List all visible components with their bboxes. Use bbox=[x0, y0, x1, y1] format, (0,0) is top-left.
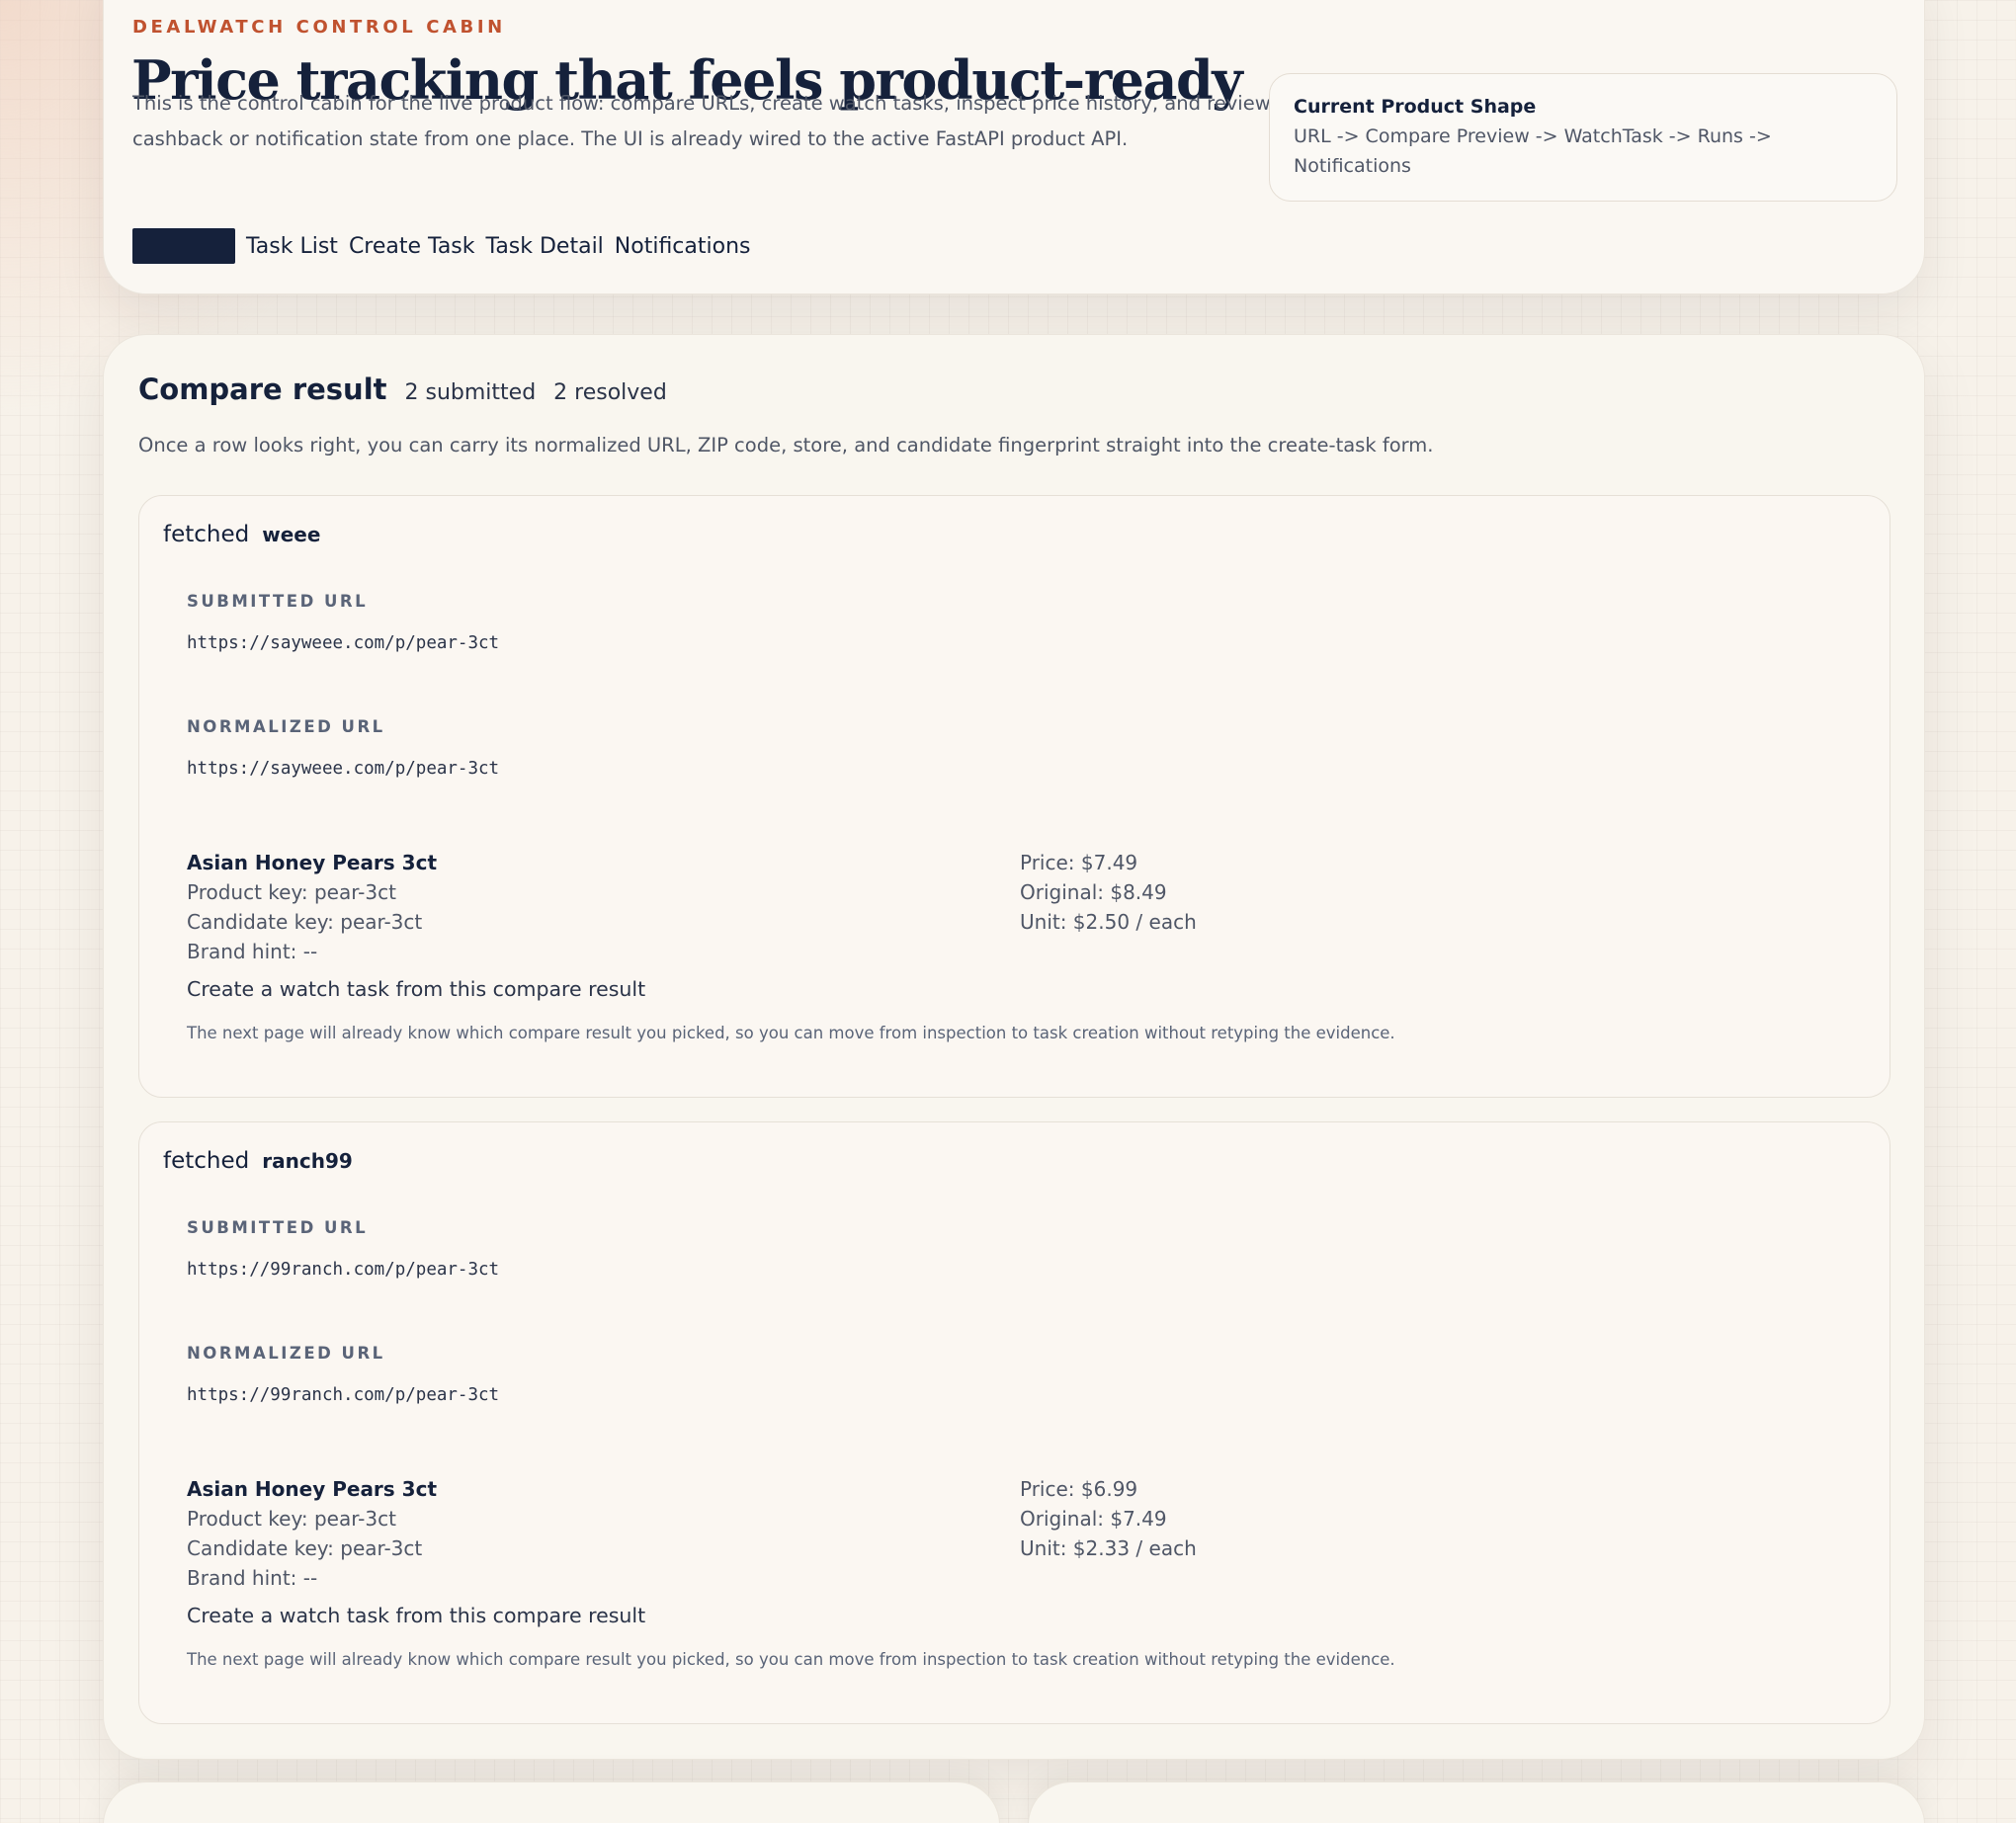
price-info: Price: $7.49 Original: $8.49 Unit: $2.50… bbox=[1020, 848, 1197, 937]
compare-title: Compare result bbox=[138, 373, 387, 406]
create-task-hint: The next page will already know which co… bbox=[187, 1650, 1395, 1669]
lower-panel-right bbox=[1028, 1782, 1925, 1823]
result-header: fetched ranch99 bbox=[163, 1148, 353, 1174]
compare-panel: Compare result 2 submitted 2 resolved On… bbox=[103, 334, 1925, 1760]
compare-result-card: fetched weee SUBMITTED URL https://saywe… bbox=[138, 495, 1890, 1098]
normalized-url-label: NORMALIZED URL bbox=[187, 717, 385, 736]
eyebrow-label: DEALWATCH CONTROL CABIN bbox=[132, 17, 506, 38]
nav-task-list[interactable]: Task List bbox=[246, 234, 338, 259]
nav-active-indicator[interactable] bbox=[132, 228, 235, 264]
product-name: Asian Honey Pears 3ct bbox=[187, 851, 437, 874]
create-task-hint: The next page will already know which co… bbox=[187, 1024, 1395, 1042]
result-store: ranch99 bbox=[262, 1149, 353, 1173]
submitted-url: https://sayweee.com/p/pear-3ct bbox=[187, 633, 500, 653]
brand-hint: Brand hint: -- bbox=[187, 1566, 318, 1590]
result-status: fetched bbox=[163, 522, 250, 547]
submitted-url: https://99ranch.com/p/pear-3ct bbox=[187, 1260, 500, 1280]
candidate-key: Candidate key: pear-3ct bbox=[187, 910, 423, 934]
product-info: Asian Honey Pears 3ct Product key: pear-… bbox=[187, 848, 437, 966]
normalized-url-label: NORMALIZED URL bbox=[187, 1344, 385, 1363]
nav-create-task[interactable]: Create Task bbox=[349, 234, 475, 259]
original-price: Original: $8.49 bbox=[1020, 880, 1167, 904]
normalized-url: https://99ranch.com/p/pear-3ct bbox=[187, 1385, 500, 1405]
lower-panel-left bbox=[103, 1782, 1000, 1823]
product-shape-text: URL -> Compare Preview -> WatchTask -> R… bbox=[1294, 125, 1772, 177]
unit-price: Unit: $2.33 / each bbox=[1020, 1536, 1197, 1560]
result-header: fetched weee bbox=[163, 522, 320, 547]
candidate-key: Candidate key: pear-3ct bbox=[187, 1536, 423, 1560]
compare-result-card: fetched ranch99 SUBMITTED URL https://99… bbox=[138, 1121, 1890, 1724]
unit-price: Unit: $2.50 / each bbox=[1020, 910, 1197, 934]
nav-task-detail[interactable]: Task Detail bbox=[486, 234, 604, 259]
hero-description: This is the control cabin for the live p… bbox=[132, 92, 1271, 150]
main-nav: Task List Create Task Task Detail Notifi… bbox=[132, 228, 751, 264]
price: Price: $6.99 bbox=[1020, 1477, 1138, 1501]
compare-header: Compare result 2 submitted 2 resolved bbox=[138, 373, 667, 406]
create-watch-task-link[interactable]: Create a watch task from this compare re… bbox=[187, 977, 645, 1001]
product-shape-title: Current Product Shape bbox=[1294, 96, 1537, 118]
product-key: Product key: pear-3ct bbox=[187, 1507, 396, 1531]
product-shape-card: Current Product Shape URL -> Compare Pre… bbox=[1269, 73, 1897, 202]
product-name: Asian Honey Pears 3ct bbox=[187, 1477, 437, 1501]
submitted-url-label: SUBMITTED URL bbox=[187, 1218, 369, 1237]
original-price: Original: $7.49 bbox=[1020, 1507, 1167, 1531]
compare-description: Once a row looks right, you can carry it… bbox=[138, 434, 1434, 456]
price: Price: $7.49 bbox=[1020, 851, 1138, 874]
submitted-count: 2 submitted bbox=[404, 380, 537, 405]
price-info: Price: $6.99 Original: $7.49 Unit: $2.33… bbox=[1020, 1474, 1197, 1563]
brand-hint: Brand hint: -- bbox=[187, 940, 318, 963]
create-watch-task-link[interactable]: Create a watch task from this compare re… bbox=[187, 1604, 645, 1627]
result-status: fetched bbox=[163, 1148, 250, 1174]
result-store: weee bbox=[262, 523, 321, 546]
normalized-url: https://sayweee.com/p/pear-3ct bbox=[187, 759, 500, 779]
submitted-url-label: SUBMITTED URL bbox=[187, 592, 369, 611]
product-key: Product key: pear-3ct bbox=[187, 880, 396, 904]
resolved-count: 2 resolved bbox=[553, 380, 667, 405]
hero-panel: DEALWATCH CONTROL CABIN Price tracking t… bbox=[103, 0, 1925, 294]
product-info: Asian Honey Pears 3ct Product key: pear-… bbox=[187, 1474, 437, 1593]
nav-notifications[interactable]: Notifications bbox=[615, 234, 751, 259]
